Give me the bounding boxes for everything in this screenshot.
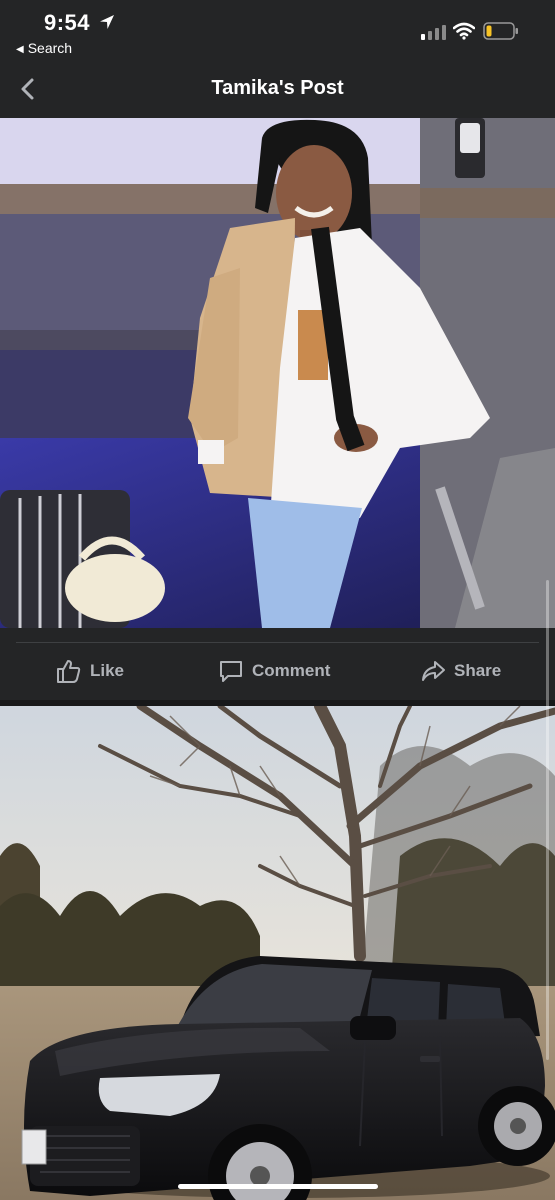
home-indicator[interactable] [178,1184,378,1189]
back-to-app-link[interactable]: ◀ Search [16,40,72,56]
like-button[interactable]: Like [56,658,124,684]
like-icon [57,660,81,683]
nav-bar: Tamika's Post [0,62,555,118]
comment-icon [220,661,242,682]
location-arrow-icon [100,15,114,29]
page-title: Tamika's Post [211,77,344,99]
share-icon [422,661,445,681]
signal-icon [421,25,446,40]
share-label: Share [454,661,502,680]
status-time: 9:54 [44,10,91,35]
battery-icon [483,22,518,40]
status-bar: 9:54 ◀ Search [0,0,555,62]
photo-1-illustration [0,118,555,628]
scrollbar[interactable] [546,580,549,1060]
post-photo-2[interactable] [0,706,555,1200]
share-button[interactable]: Share [420,658,501,684]
comment-label: Comment [252,661,331,680]
post-photo-1[interactable] [0,118,555,628]
like-label: Like [90,661,125,680]
post-action-bar: Like Comment Share [0,628,555,700]
back-triangle-icon: ◀ [16,44,24,55]
wifi-icon [453,22,475,40]
back-app-label: Search [27,40,73,56]
photo-2-illustration [0,706,555,1200]
comment-button[interactable]: Comment [218,658,330,684]
action-divider [16,642,539,643]
